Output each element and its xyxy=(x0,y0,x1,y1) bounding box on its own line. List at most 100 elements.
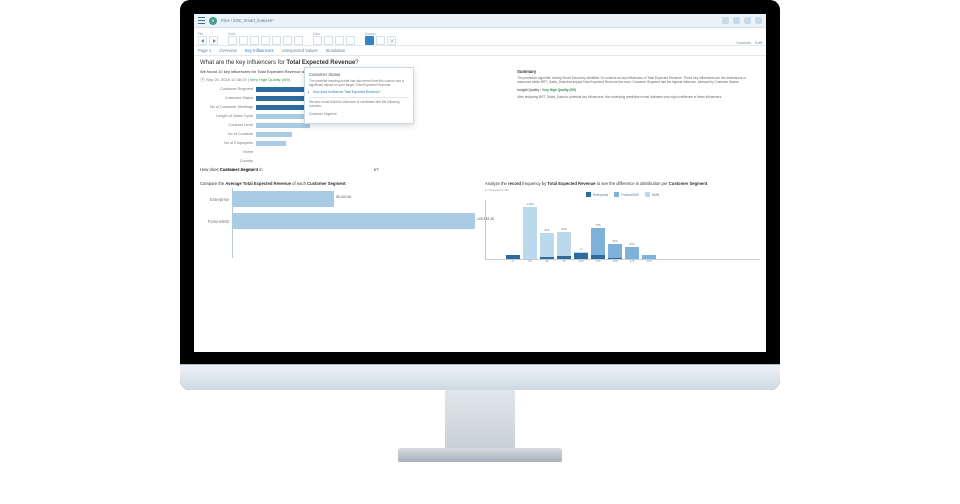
app-screen: B Files / E2E_Smart_features* File xyxy=(194,14,766,352)
influencer-row[interactable]: Home xyxy=(200,148,509,156)
breadcrumb[interactable]: Files / E2E_Smart_features* xyxy=(221,18,274,23)
monitor-chin xyxy=(180,364,780,390)
influencer-label: Customer Segment xyxy=(200,87,256,91)
histogram-column: 362150 xyxy=(608,244,622,259)
header-right xyxy=(722,17,762,24)
histogram-x-label: 200 xyxy=(642,259,656,263)
histogram-value: 4 xyxy=(574,247,588,251)
histogram-column: 200 xyxy=(642,255,656,259)
undo-button[interactable] xyxy=(198,36,207,45)
histogram-legend: Enterprise Fortune500 SMB xyxy=(485,192,760,197)
data-button-3[interactable] xyxy=(335,36,344,45)
tool-button-6[interactable] xyxy=(283,36,292,45)
histogram-cell: 725 xyxy=(591,228,605,255)
redo-button[interactable] xyxy=(209,36,218,45)
hamburger-icon[interactable] xyxy=(198,17,205,24)
tab-overview[interactable]: Overview xyxy=(219,48,236,53)
avatar-initial: B xyxy=(212,18,215,23)
compare-value: 56,420.08 xyxy=(336,195,351,199)
page-title: What are the key influencers for Total E… xyxy=(200,60,760,66)
insight-quality-body: After analyzing BRT_Sales_Data for poten… xyxy=(517,95,760,99)
histogram-x-label: 0 xyxy=(506,259,520,263)
display-button-1[interactable] xyxy=(365,36,374,45)
data-button-4[interactable] xyxy=(346,36,355,45)
legend-enterprise: Enterprise xyxy=(586,192,608,197)
close-icon[interactable] xyxy=(387,36,396,45)
tab-page1[interactable]: Page 1 xyxy=(198,48,211,53)
monitor-stand-base xyxy=(398,448,562,462)
data-button-1[interactable] xyxy=(313,36,322,45)
histogram-value: 1,359 xyxy=(523,202,537,206)
histogram-x-label: 100 xyxy=(574,259,588,263)
edit-link[interactable]: Edit xyxy=(755,40,762,45)
monitor-bezel: B Files / E2E_Smart_features* File xyxy=(180,0,780,390)
tool-button-4[interactable] xyxy=(261,36,270,45)
chat-icon[interactable] xyxy=(744,17,751,24)
app-header: B Files / E2E_Smart_features* xyxy=(194,14,766,28)
histogram-cell: 362 xyxy=(608,244,622,258)
summary-body: The predictive algorithm driving Smart D… xyxy=(517,76,760,85)
compare-bar xyxy=(232,213,475,229)
tab-simulation[interactable]: Simulation xyxy=(326,48,346,53)
tool-button-2[interactable] xyxy=(239,36,248,45)
tab-key-influencers[interactable]: Key Influencers xyxy=(245,48,274,53)
histogram-value: 725 xyxy=(591,223,605,227)
histogram-x-label: 50 xyxy=(540,259,554,263)
influencer-row[interactable]: No of Contacts xyxy=(200,130,509,138)
tooltip-body: The machine learning model has discovere… xyxy=(309,79,409,87)
tooltip-title: Customer Status xyxy=(309,72,409,77)
compare-row: Enterprise 56,420.08 xyxy=(200,188,475,210)
compare-heading: Compare the Average Total Expected Reven… xyxy=(200,181,475,186)
influencer-label: Length of Sales Cycle xyxy=(200,114,256,118)
influencer-bar xyxy=(256,123,310,128)
tooltip-corr-item: Customer Segment xyxy=(309,112,409,116)
data-button-2[interactable] xyxy=(324,36,333,45)
toolbar-group-display: Display xyxy=(365,32,396,45)
compare-label: Fortune500 xyxy=(200,219,232,224)
controls-link[interactable]: Controls xyxy=(736,40,751,45)
influencer-row[interactable]: No of Employees xyxy=(200,139,509,147)
notifications-icon[interactable] xyxy=(733,17,740,24)
toolbar: File Tools xyxy=(194,28,766,46)
histogram-cell: 636 xyxy=(557,232,571,256)
insight-quality-line: Insight Quality • Very High Quality (9/9… xyxy=(517,88,760,92)
histogram-cell: 1,359 xyxy=(523,207,537,259)
compare-row: Fortune500125,845.35 xyxy=(200,210,475,232)
toolbar-group-file: File xyxy=(198,32,218,45)
behind-heading: How does Customer Segment in e? xyxy=(200,167,378,172)
influencer-tooltip: Customer Status The machine learning mod… xyxy=(304,67,414,124)
compare-label: Enterprise xyxy=(200,197,232,202)
search-icon[interactable] xyxy=(722,17,729,24)
summary-panel: Summary The predictive algorithm driving… xyxy=(517,69,760,175)
influencer-bar xyxy=(256,132,292,137)
compare-chart: Enterprise 56,420.08 Fortune500125,845.35 xyxy=(200,188,475,258)
fullscreen-button[interactable] xyxy=(376,36,385,45)
avatar[interactable]: B xyxy=(209,17,217,25)
page-tabs: Page 1 Overview Key Influencers Unexpect… xyxy=(194,46,766,56)
influencer-label: No of Employees xyxy=(200,141,256,145)
tab-unexpected-values[interactable]: Unexpected Values xyxy=(282,48,318,53)
histogram-column: 64550 xyxy=(540,233,554,259)
tool-button-3[interactable] xyxy=(250,36,259,45)
histogram-column: 725125 xyxy=(591,228,605,259)
influencer-label: Home xyxy=(200,150,256,154)
histogram-column: 7463675 xyxy=(557,232,571,259)
tool-button-1[interactable] xyxy=(228,36,237,45)
help-icon[interactable] xyxy=(755,17,762,24)
tooltip-link[interactable]: How does it influence Total Expected Rev… xyxy=(309,90,409,94)
legend-smb: SMB xyxy=(645,192,659,197)
tool-button-5[interactable] xyxy=(272,36,281,45)
influencer-label: No of Customer Meetings xyxy=(200,105,256,109)
histogram-cell: 313 xyxy=(625,247,639,259)
histogram-x-label: 125 xyxy=(591,259,605,263)
histogram-cell: 4 xyxy=(574,252,588,253)
histogram-x-label: 75 xyxy=(557,259,571,263)
influencer-label: Customer Status xyxy=(200,96,256,100)
tool-button-7[interactable] xyxy=(294,36,303,45)
histogram-chart: 01,3592564550746367541007251253621503131… xyxy=(485,200,760,260)
influencer-bar xyxy=(256,141,286,146)
influencer-label: Country xyxy=(200,159,256,163)
histogram-value: 362 xyxy=(608,239,622,243)
histogram-column: 0 xyxy=(506,255,520,259)
influencer-row[interactable]: Country xyxy=(200,157,509,165)
